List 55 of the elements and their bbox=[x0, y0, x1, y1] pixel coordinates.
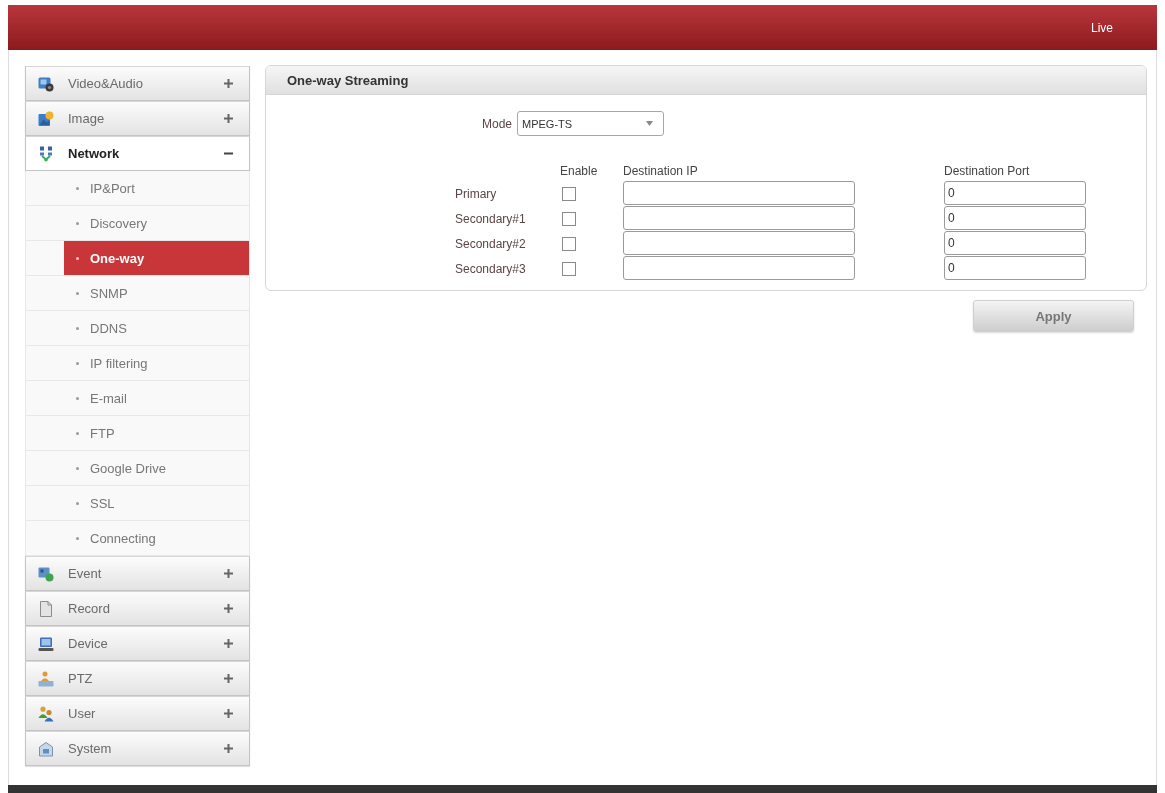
document-icon bbox=[38, 600, 54, 617]
sidebar-section[interactable]: Network bbox=[25, 136, 250, 171]
sidebar-section[interactable]: Event bbox=[25, 556, 250, 591]
row-label: Secondary#1 bbox=[455, 211, 526, 226]
column-header: Destination Port bbox=[944, 164, 1030, 178]
sidebar-section[interactable]: Video&Audio bbox=[25, 66, 250, 101]
checkbox[interactable] bbox=[562, 236, 576, 251]
column-header: Destination IP bbox=[623, 164, 698, 178]
port-field[interactable]: 0 bbox=[944, 256, 1086, 280]
ip-field[interactable] bbox=[623, 206, 855, 230]
apply-button[interactable]: Apply bbox=[973, 300, 1134, 332]
network-icon bbox=[38, 145, 54, 162]
port-field[interactable]: 0 bbox=[944, 181, 1086, 205]
laptop-icon bbox=[38, 635, 54, 652]
mode-label: Mode bbox=[481, 116, 512, 131]
picture-icon bbox=[38, 110, 54, 127]
sidebar-section[interactable]: System bbox=[25, 731, 250, 766]
sidebar-section[interactable]: PTZ bbox=[25, 661, 250, 696]
bullet-icon bbox=[76, 291, 79, 295]
row-label: Secondary#2 bbox=[455, 236, 526, 251]
bullet-icon bbox=[76, 186, 79, 190]
house-icon bbox=[38, 740, 54, 757]
ip-field[interactable] bbox=[623, 231, 855, 255]
checkbox[interactable] bbox=[562, 261, 576, 276]
port-field[interactable]: 0 bbox=[944, 206, 1086, 230]
screen-badge-icon bbox=[38, 565, 54, 582]
bullet-icon bbox=[76, 396, 79, 400]
bullet-icon bbox=[76, 466, 79, 470]
checkbox[interactable] bbox=[562, 211, 576, 226]
sidebar-section[interactable]: Device bbox=[25, 626, 250, 661]
row-label: Secondary#3 bbox=[455, 261, 526, 276]
sidebar-section[interactable]: Record bbox=[25, 591, 250, 626]
users-icon bbox=[38, 705, 54, 722]
video-tile-icon bbox=[38, 75, 54, 92]
sidebar-item[interactable]: One-way bbox=[64, 241, 249, 275]
sidebar-section[interactable]: User bbox=[25, 696, 250, 731]
bullet-icon bbox=[76, 501, 79, 505]
column-header: Enable bbox=[560, 164, 598, 178]
checkbox[interactable] bbox=[562, 186, 576, 201]
bullet-icon bbox=[76, 326, 79, 330]
sidebar-section[interactable]: Image bbox=[25, 101, 250, 136]
mode-select[interactable]: MPEG-TS bbox=[517, 111, 664, 136]
bullet-icon bbox=[76, 221, 79, 225]
live-link[interactable]: Live bbox=[1091, 20, 1113, 35]
bullet-icon bbox=[76, 361, 79, 365]
bullet-icon bbox=[76, 431, 79, 435]
bullet-icon bbox=[76, 256, 79, 260]
port-field[interactable]: 0 bbox=[944, 231, 1086, 255]
panel-title: One-way Streaming bbox=[287, 72, 409, 88]
caret-icon bbox=[646, 121, 653, 126]
ip-field[interactable] bbox=[623, 256, 855, 280]
ip-field[interactable] bbox=[623, 181, 855, 205]
bullet-icon bbox=[76, 536, 79, 540]
row-label: Primary bbox=[455, 186, 497, 201]
person-desk-icon bbox=[38, 670, 54, 687]
